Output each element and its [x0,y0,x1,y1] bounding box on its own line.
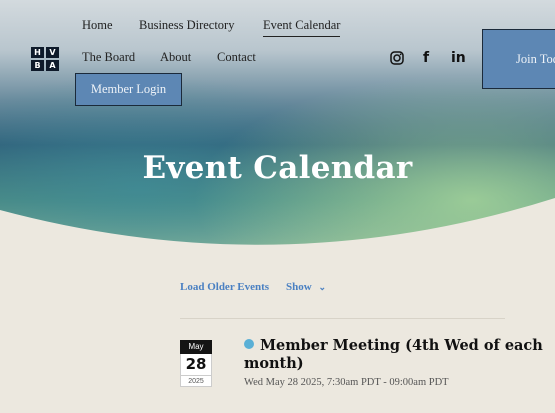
nav-business-directory[interactable]: Business Directory [139,18,234,33]
hero-background [0,0,555,250]
event-year: 2025 [180,375,212,387]
nav-contact[interactable]: Contact [217,50,256,65]
page-title: Event Calendar [142,150,413,186]
logo-letter: H [31,47,44,58]
logo-letter: B [31,60,44,71]
chevron-down-icon: ⌄ [318,282,326,292]
logo-letter: V [46,47,59,58]
event-month: May [180,340,212,354]
event-date-badge: May 28 2025 [180,340,212,387]
hvba-logo[interactable]: H V B A [31,47,59,71]
show-dropdown-label: Show [286,281,312,293]
join-today-button[interactable]: Join Today [482,29,555,89]
event-day: 28 [180,354,212,375]
event-time: Wed May 28 2025, 7:30am PDT - 09:00am PD… [244,377,449,388]
divider [180,318,505,319]
nav-the-board[interactable]: The Board [82,50,135,65]
instagram-icon[interactable] [390,51,404,69]
event-title-text: Member Meeting (4th Wed of each month) [244,337,543,372]
logo-letter: A [46,60,59,71]
member-login-button[interactable]: Member Login [75,73,182,106]
facebook-icon[interactable]: f [423,50,429,66]
nav-home[interactable]: Home [82,18,113,33]
event-title-link[interactable]: Member Meeting (4th Wed of each month) [244,337,544,373]
show-dropdown[interactable]: Show ⌄ [286,281,326,293]
hero-banner: H V B A Home Business Directory Event Ca… [0,0,555,250]
nav-about[interactable]: About [160,50,191,65]
load-older-events-link[interactable]: Load Older Events [180,281,269,293]
nav-event-calendar[interactable]: Event Calendar [263,18,341,37]
event-category-dot [244,339,254,349]
linkedin-icon[interactable]: in [451,50,466,66]
